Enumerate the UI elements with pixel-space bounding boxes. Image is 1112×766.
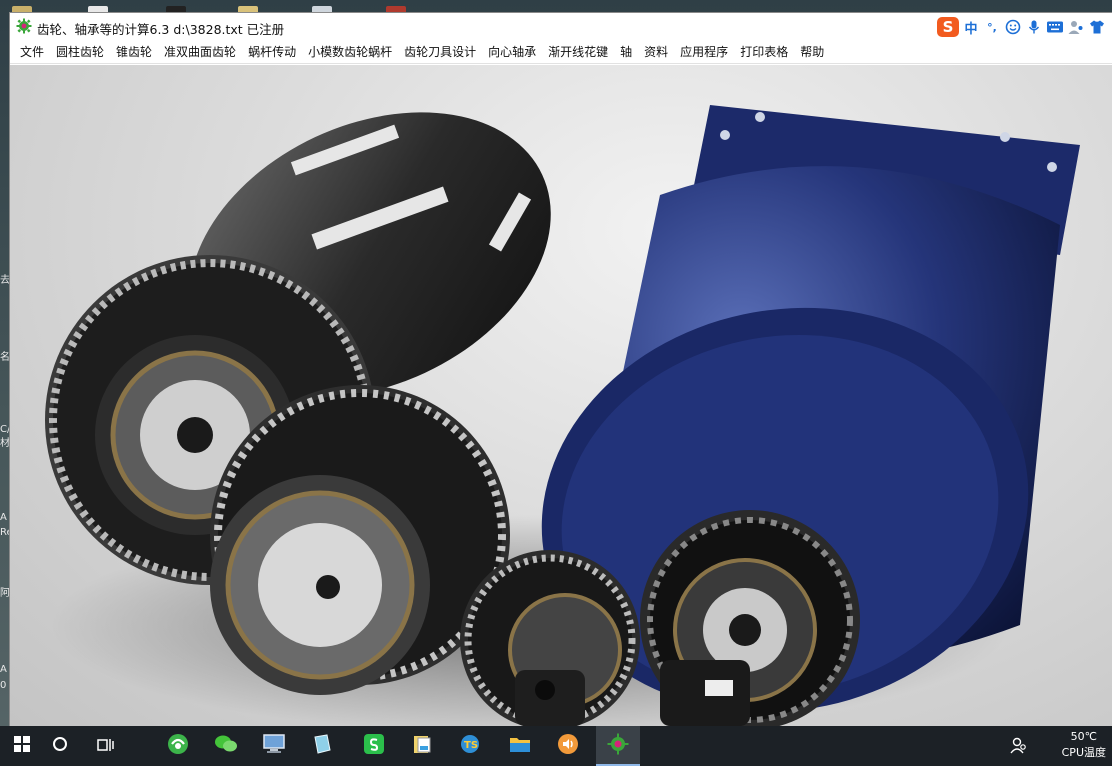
menu-small-module-gear[interactable]: 小模数齿轮蜗杆 [302, 41, 398, 63]
desktop-label-fragment: A [0, 512, 7, 523]
taskbar-wechat[interactable] [204, 726, 248, 766]
desktop-label-fragment: A [0, 664, 7, 675]
task-view-icon [97, 737, 115, 756]
taskbar-ts-app[interactable]: TS [448, 726, 492, 766]
search-button[interactable] [38, 726, 82, 766]
taskbar-notebook[interactable] [300, 726, 344, 766]
computer-icon [262, 733, 286, 759]
menu-applications[interactable]: 应用程序 [674, 41, 734, 63]
menu-bar: 文件 圆柱齿轮 锥齿轮 准双曲面齿轮 蜗杆传动 小模数齿轮蜗杆 齿轮刀具设计 向… [10, 40, 1112, 64]
gearbox-render-image [10, 65, 1112, 726]
menu-worm-drive[interactable]: 蜗杆传动 [242, 41, 302, 63]
menu-help[interactable]: 帮助 [794, 41, 830, 63]
menu-involute-spline[interactable]: 渐开线花键 [542, 41, 614, 63]
gear-app-icon [16, 18, 32, 34]
folder-icon [509, 734, 531, 758]
menu-hypoid-gear[interactable]: 准双曲面齿轮 [158, 41, 242, 63]
gear-calc-icon [607, 733, 629, 759]
sheets-icon [363, 733, 385, 759]
ime-toolbar[interactable]: S 中 °, [937, 16, 1106, 38]
desktop-label-fragment: Re [0, 527, 13, 538]
sogou-logo-icon[interactable]: S [937, 17, 959, 37]
desktop-label-fragment: 去 [0, 275, 10, 286]
notebook-icon [311, 733, 333, 759]
taskbar: TS 50℃ CPU温度 [0, 726, 1112, 766]
pinion-gear [460, 550, 640, 726]
cpu-temperature-value: 50℃ [1070, 730, 1097, 743]
taskbar-file-manager[interactable] [400, 726, 444, 766]
menu-shaft[interactable]: 轴 [614, 41, 638, 63]
people-icon[interactable] [1010, 736, 1028, 758]
svg-text:TS: TS [464, 740, 478, 751]
menu-cylindrical-gear[interactable]: 圆柱齿轮 [50, 41, 110, 63]
window-title: 齿轮、轴承等的计算6.3 d:\3828.txt 已注册 [37, 22, 285, 37]
file-manager-icon [411, 733, 433, 759]
ime-punctuation-toggle[interactable]: °, [983, 18, 1001, 36]
ts-app-icon: TS [459, 733, 481, 759]
menu-print-table[interactable]: 打印表格 [734, 41, 794, 63]
menu-resources[interactable]: 资料 [638, 41, 674, 63]
desktop-label-fragment: 阿 [0, 588, 10, 599]
cpu-temperature-label: CPU温度 [1061, 746, 1106, 759]
windows-start-icon [14, 736, 30, 756]
title-bar[interactable]: 齿轮、轴承等的计算6.3 d:\3828.txt 已注册 S 中 °, [10, 13, 1112, 40]
browser-icon [167, 733, 189, 759]
cpu-temperature-widget[interactable]: 50℃ CPU温度 [1062, 729, 1106, 761]
desktop-label-fragment: 名 [0, 352, 10, 363]
taskbar-audio[interactable] [546, 726, 590, 766]
menu-file[interactable]: 文件 [14, 41, 50, 63]
desktop-label-fragment: C/ [0, 424, 11, 435]
task-view-button[interactable] [84, 726, 128, 766]
keyboard-icon[interactable] [1046, 18, 1064, 36]
wechat-icon [214, 734, 238, 758]
emoji-icon[interactable] [1004, 18, 1022, 36]
menu-bevel-gear[interactable]: 锥齿轮 [110, 41, 158, 63]
menu-gear-cutter-design[interactable]: 齿轮刀具设计 [398, 41, 482, 63]
taskbar-computer[interactable] [252, 726, 296, 766]
desktop-label-fragment: 0 [0, 680, 7, 691]
taskbar-sheets[interactable] [352, 726, 396, 766]
menu-radial-bearing[interactable]: 向心轴承 [482, 41, 542, 63]
audio-icon [557, 733, 579, 759]
microphone-icon[interactable] [1025, 18, 1043, 36]
gearbox-illustration [45, 105, 1080, 726]
taskbar-folder[interactable] [498, 726, 542, 766]
taskbar-browser[interactable] [156, 726, 200, 766]
shirt-icon[interactable] [1088, 18, 1106, 36]
output-shaft [660, 660, 750, 726]
desktop-label-fragment: 材 [0, 438, 10, 449]
user-icon[interactable] [1067, 18, 1085, 36]
ime-mode-toggle[interactable]: 中 [962, 18, 980, 37]
search-circle-icon [52, 736, 68, 756]
app-window: 齿轮、轴承等的计算6.3 d:\3828.txt 已注册 S 中 °, 文件 圆… [10, 13, 1112, 726]
taskbar-gear-calc[interactable] [596, 726, 640, 766]
